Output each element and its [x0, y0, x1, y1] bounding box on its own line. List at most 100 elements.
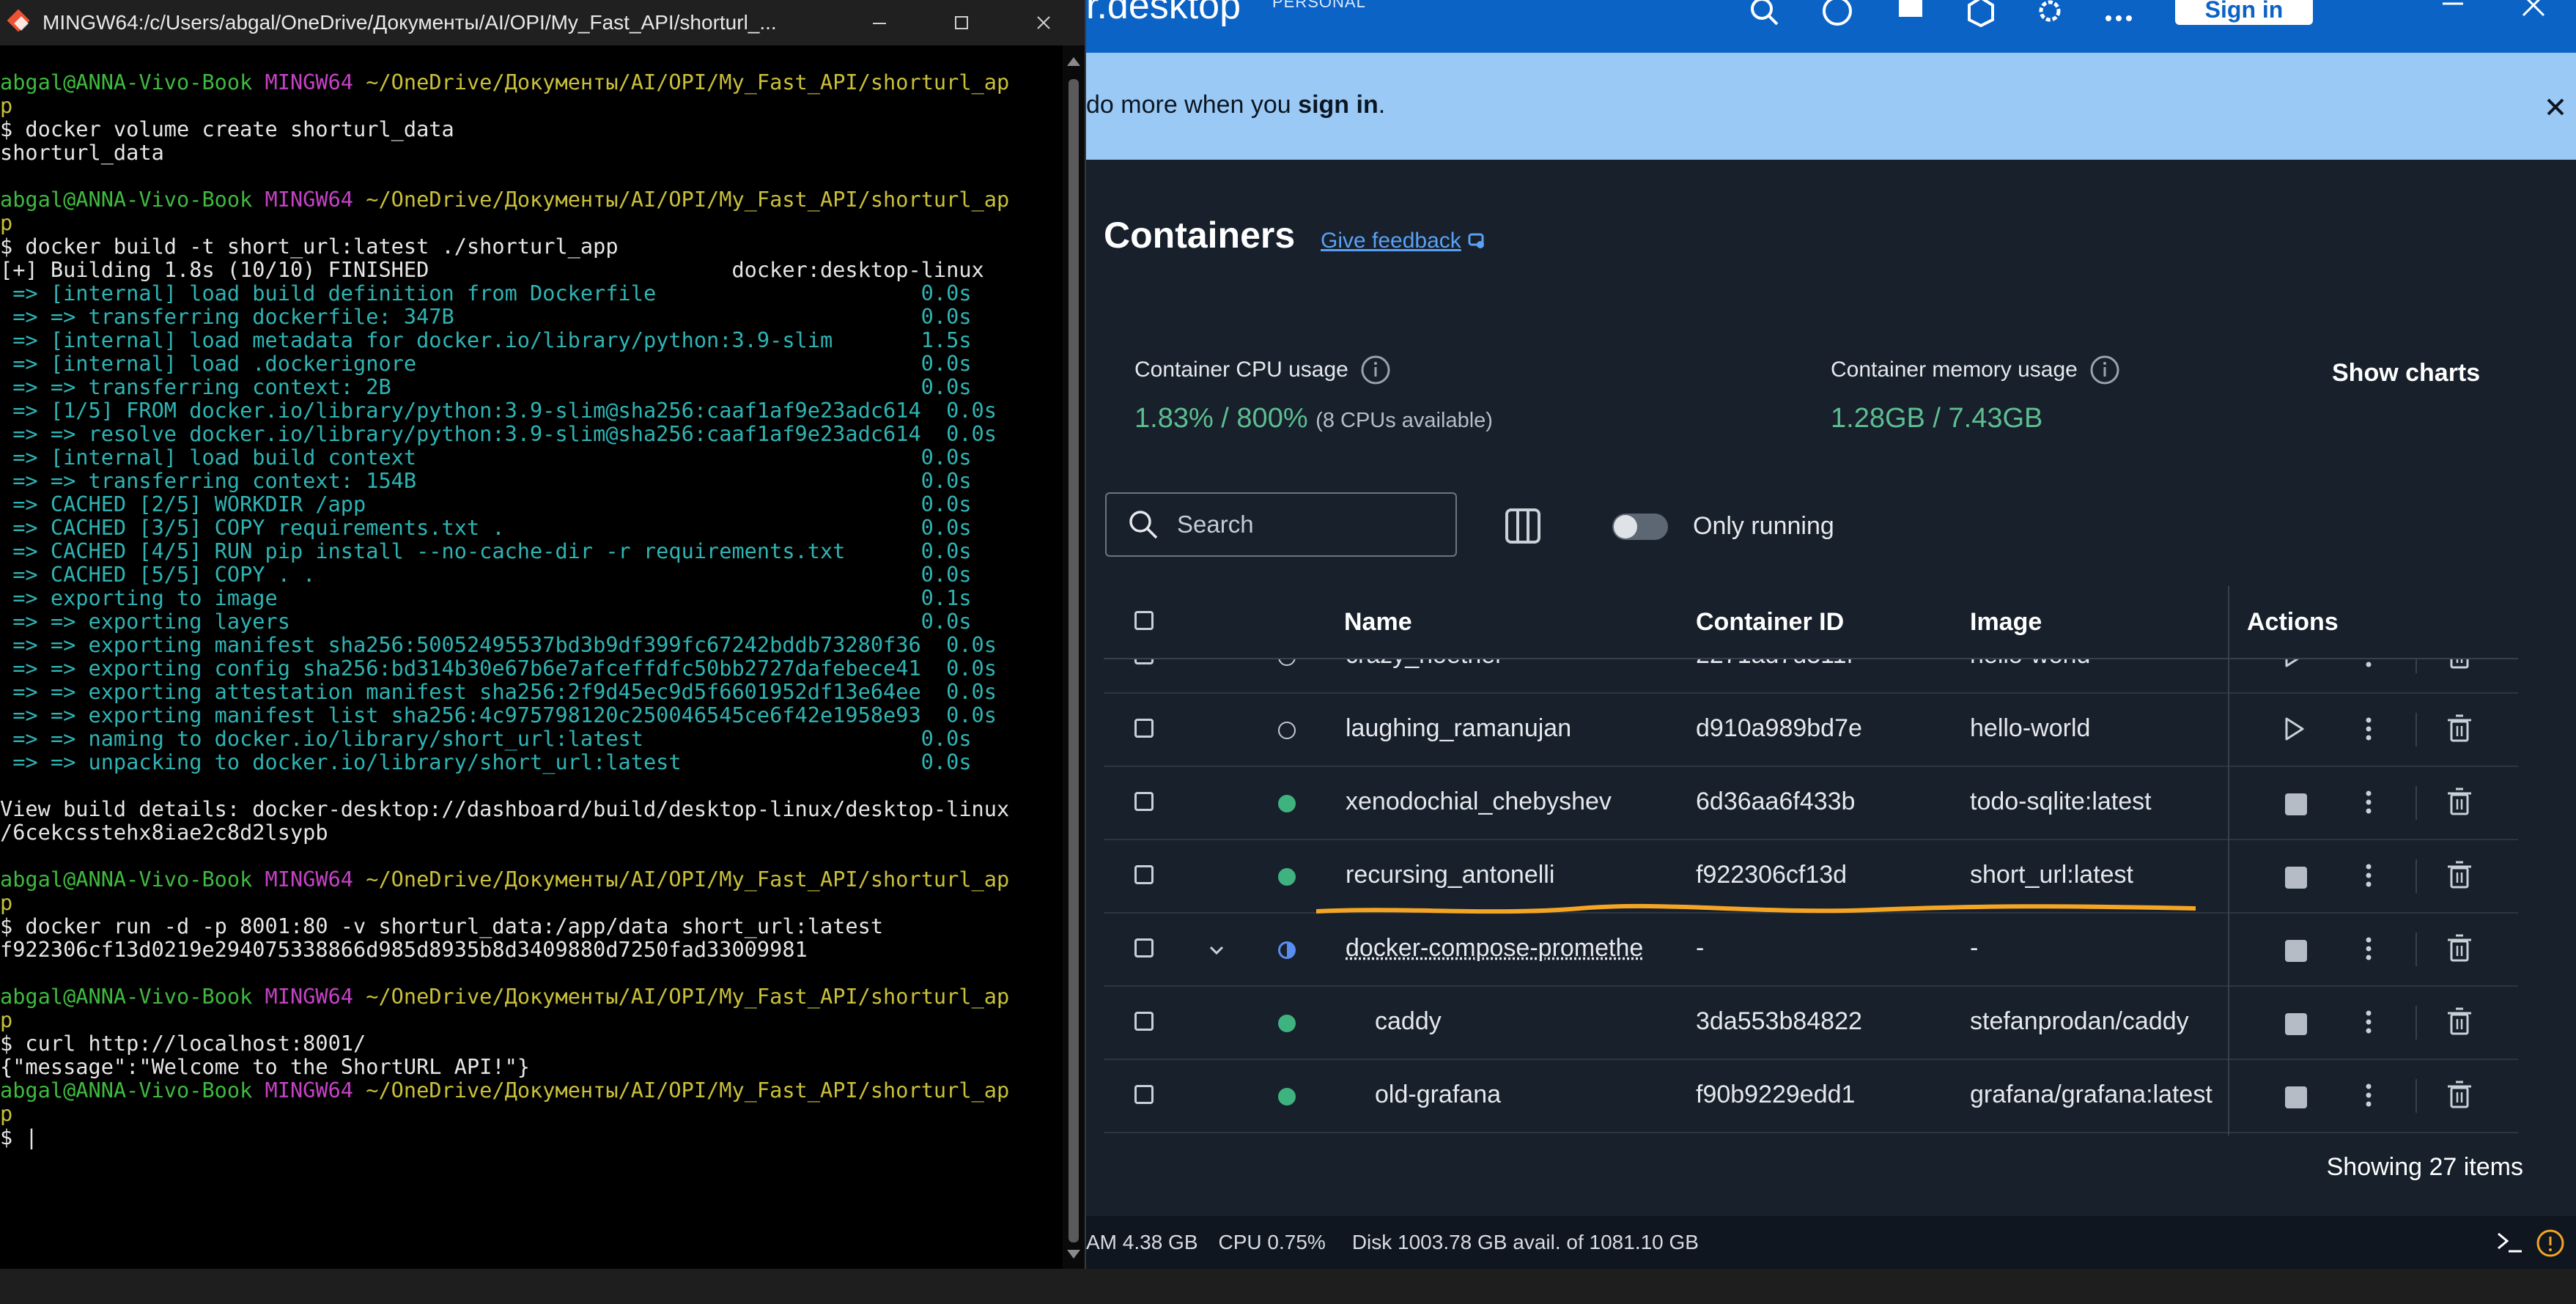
give-feedback-label[interactable]: Give feedback: [1321, 229, 1461, 253]
column-selector-icon[interactable]: [1502, 505, 1543, 547]
stop-icon[interactable]: [2285, 1013, 2307, 1035]
terminal-text-segment: $ curl http://localhost:8001/: [0, 1031, 366, 1056]
container-name[interactable]: caddy: [1375, 1007, 1683, 1036]
close-button[interactable]: [1003, 0, 1085, 45]
stop-icon[interactable]: [2285, 1086, 2307, 1108]
row-checkbox[interactable]: [1134, 1085, 1154, 1104]
container-name[interactable]: laughing_ramanujan: [1346, 714, 1653, 743]
stop-icon[interactable]: [2285, 867, 2307, 889]
docker-desktop-window[interactable]: r.desktop PERSONAL Sign in do more when …: [1086, 0, 2576, 1269]
terminal-text-segment: => => transferring dockerfile: 347B 0.0s: [0, 304, 972, 329]
stop-icon[interactable]: [2285, 793, 2307, 815]
container-name[interactable]: old-grafana: [1375, 1081, 1683, 1109]
show-charts-button[interactable]: Show charts: [2332, 359, 2480, 388]
table-row[interactable]: docker-compose-promethe - -: [1104, 912, 2518, 987]
only-running-toggle[interactable]: [1612, 514, 1668, 540]
column-header-image[interactable]: Image: [1970, 608, 2042, 637]
more-vertical-icon[interactable]: [2354, 1081, 2383, 1110]
scrollbar-thumb[interactable]: [1069, 79, 1079, 1242]
table-row[interactable]: laughing_ramanujan d910a989bd7e hello-worl…: [1104, 692, 2518, 767]
search-icon[interactable]: [1746, 0, 1782, 29]
window-minimize-icon[interactable]: [2435, 0, 2471, 29]
container-name[interactable]: xenodochial_chebyshev: [1346, 788, 1653, 816]
more-vertical-icon[interactable]: [2354, 788, 2383, 817]
trash-icon[interactable]: [2445, 933, 2474, 965]
table-body[interactable]: crazy_noether2271ad7d311fhello-worldlaug…: [1104, 659, 2518, 1136]
give-feedback-link[interactable]: Give feedback: [1321, 229, 1486, 253]
terminal-titlebar[interactable]: MINGW64:/c/Users/abgal/OneDrive/Документ…: [0, 0, 1085, 45]
row-checkbox[interactable]: [1134, 719, 1154, 738]
row-checkbox[interactable]: [1134, 938, 1154, 957]
info-icon[interactable]: [2089, 355, 2120, 385]
row-checkbox[interactable]: [1134, 792, 1154, 811]
container-name[interactable]: crazy_noether: [1346, 659, 1653, 670]
terminal-line: => CACHED [3/5] COPY requirements.txt . …: [0, 516, 1063, 539]
trash-icon[interactable]: [2445, 659, 2474, 672]
extensions-icon[interactable]: [1963, 0, 1999, 29]
terminal-output[interactable]: abgal@ANNA-Vivo-Book MINGW64 ~/OneDrive/…: [0, 45, 1063, 1269]
terminal-text-segment: => [internal] load .dockerignore 0.0s: [0, 351, 972, 376]
container-name[interactable]: docker-compose-promethe: [1346, 934, 1653, 963]
container-image[interactable]: short_url:latest: [1970, 861, 2219, 889]
table-row[interactable]: xenodochial_chebyshev 6d36aa6f433b todo-sq…: [1104, 766, 2518, 840]
row-checkbox[interactable]: [1134, 865, 1154, 884]
table-row[interactable]: recursing_antonelli f922306cf13d short_url…: [1104, 839, 2518, 914]
learning-center-icon[interactable]: [1892, 0, 1929, 29]
container-name[interactable]: recursing_antonelli: [1346, 861, 1653, 889]
trash-icon[interactable]: [2445, 1079, 2474, 1111]
info-icon[interactable]: [1360, 355, 1391, 385]
more-vertical-icon[interactable]: [2354, 1007, 2383, 1037]
container-image[interactable]: -: [1970, 934, 2219, 963]
container-image[interactable]: hello-world: [1970, 659, 2219, 670]
table-row[interactable]: crazy_noether 2271ad7d311f hello-world: [1104, 659, 2518, 694]
column-header-container-id[interactable]: Container ID: [1696, 608, 1844, 637]
help-icon[interactable]: [1819, 0, 1856, 29]
chevron-down-icon[interactable]: [1206, 940, 1227, 960]
status-indicator: [1278, 1015, 1296, 1032]
table-header: Name Container ID Image Actions: [1104, 586, 2518, 659]
terminal-line: $ docker volume create shorturl_data: [0, 117, 1063, 141]
trash-icon[interactable]: [2445, 1006, 2474, 1038]
more-vertical-icon[interactable]: [2354, 659, 2383, 670]
trash-icon[interactable]: [2445, 713, 2474, 745]
minimize-button[interactable]: [838, 0, 920, 45]
window-close-icon[interactable]: [2515, 0, 2552, 29]
more-horizontal-icon[interactable]: [2100, 0, 2137, 29]
table-row[interactable]: caddy 3da553b84822 stefanprodan/caddy: [1104, 985, 2518, 1060]
sign-in-button[interactable]: Sign in: [2175, 0, 2313, 25]
more-vertical-icon[interactable]: [2354, 934, 2383, 963]
maximize-button[interactable]: [920, 0, 1003, 45]
notifications-icon[interactable]: [2535, 1228, 2566, 1259]
trash-icon[interactable]: [2445, 859, 2474, 892]
container-image[interactable]: grafana/grafana:latest: [1970, 1081, 2219, 1109]
select-all-checkbox[interactable]: [1134, 611, 1154, 630]
terminal-window[interactable]: MINGW64:/c/Users/abgal/OneDrive/Документ…: [0, 0, 1086, 1269]
row-checkbox[interactable]: [1134, 1012, 1154, 1031]
terminal-scrollbar[interactable]: [1063, 45, 1085, 1269]
stop-icon[interactable]: [2285, 940, 2307, 962]
terminal-line: => => transferring context: 2B 0.0s: [0, 375, 1063, 399]
start-icon[interactable]: [2279, 659, 2309, 670]
row-checkbox[interactable]: [1134, 659, 1154, 664]
container-image[interactable]: todo-sqlite:latest: [1970, 788, 2219, 816]
terminal-text-segment: $ docker volume create shorturl_data: [0, 116, 454, 141]
container-image[interactable]: hello-world: [1970, 714, 2219, 743]
start-icon[interactable]: [2279, 714, 2309, 744]
column-header-name[interactable]: Name: [1344, 608, 1412, 637]
scroll-down-arrow-icon[interactable]: [1067, 1250, 1080, 1259]
terminal-icon[interactable]: [2495, 1229, 2525, 1256]
terminal-line: => [1/5] FROM docker.io/library/python:3…: [0, 399, 1063, 422]
settings-gear-icon[interactable]: [2031, 0, 2068, 29]
search-input[interactable]: [1176, 510, 1442, 539]
scroll-up-arrow-icon[interactable]: [1067, 57, 1080, 66]
trash-icon[interactable]: [2445, 786, 2474, 818]
more-vertical-icon[interactable]: [2354, 714, 2383, 744]
search-field[interactable]: [1105, 492, 1457, 557]
table-row[interactable]: old-grafana f90b9229edd1 grafana/grafana:l…: [1104, 1059, 2518, 1133]
banner-sign-in-link[interactable]: sign in: [1298, 91, 1379, 119]
more-vertical-icon[interactable]: [2354, 861, 2383, 890]
container-image[interactable]: stefanprodan/caddy: [1970, 1007, 2219, 1036]
banner-close-icon[interactable]: [2539, 91, 2572, 123]
